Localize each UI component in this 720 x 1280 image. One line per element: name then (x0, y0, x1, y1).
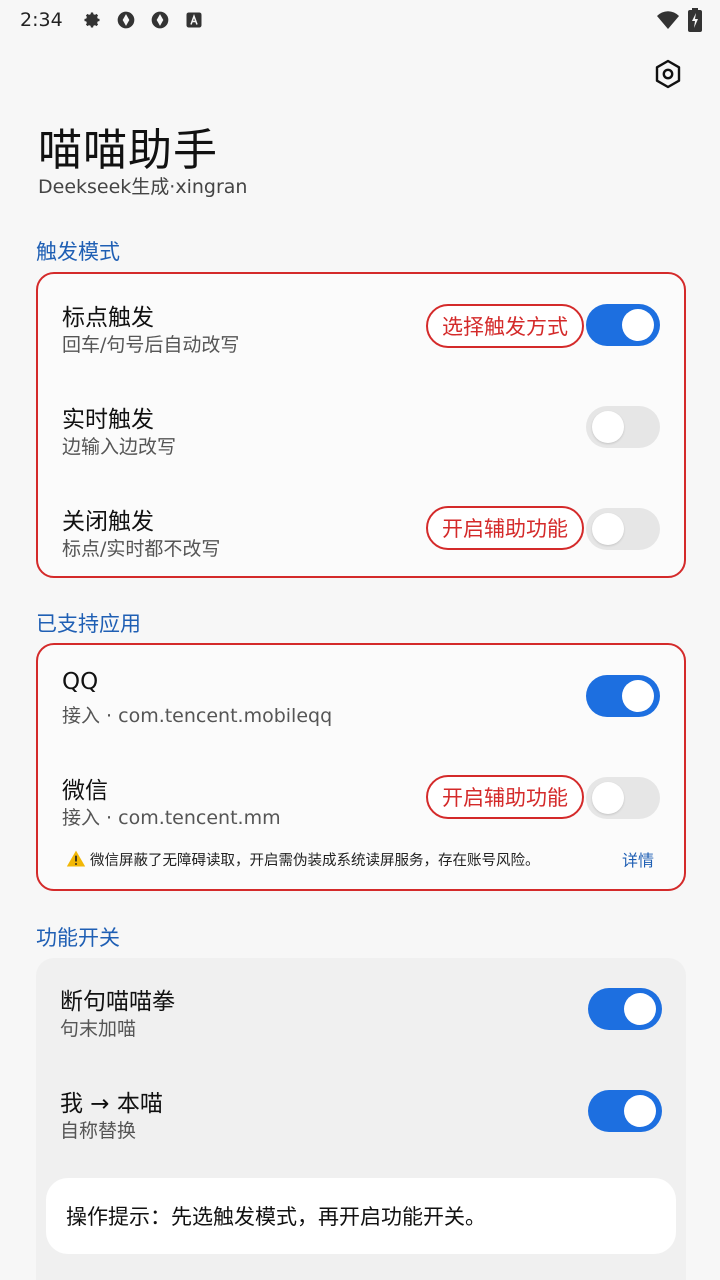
row-punctuation-trigger: 标点触发 回车/句号后自动改写 选择触发方式 (62, 298, 660, 378)
wifi-icon (656, 9, 680, 35)
toggle-knob (624, 993, 656, 1025)
row-title: 微信 (62, 778, 108, 804)
row-subtitle: 边输入边改写 (62, 436, 177, 458)
row-wechat: 微信 接入 · com.tencent.mm 开启辅助功能 (62, 771, 660, 851)
row-title: 实时触发 (62, 407, 154, 433)
trigger-mode-card: 标点触发 回车/句号后自动改写 选择触发方式 实时触发 边输入边改写 关闭触发 … (36, 272, 686, 578)
warning-row: 微信屏蔽了无障碍读取，开启需伪装成系统读屏服务，存在账号风险。 详情 (66, 847, 656, 871)
row-meow-punch: 断句喵喵拳 句末加喵 (60, 982, 662, 1062)
aperture-icon (115, 9, 137, 31)
self-replace-toggle[interactable] (588, 1090, 662, 1132)
app-title: 喵喵助手 (38, 125, 218, 176)
row-title: QQ (62, 669, 99, 695)
row-close-trigger: 关闭触发 标点/实时都不改写 开启辅助功能 (62, 502, 660, 582)
section-title-features: 功能开关 (36, 926, 120, 950)
toggle-knob (624, 1095, 656, 1127)
battery-charging-icon (688, 8, 702, 36)
row-subtitle: 回车/句号后自动改写 (62, 334, 240, 356)
status-time: 2:34 (20, 9, 63, 31)
toggle-knob (592, 411, 624, 443)
app-subtitle: Deekseek生成·xingran (38, 176, 248, 198)
wechat-toggle[interactable] (586, 777, 660, 819)
enable-accessibility-button[interactable]: 开启辅助功能 (426, 775, 584, 819)
row-qq: QQ 接入 · com.tencent.mobileqq (62, 669, 660, 749)
supported-apps-card: QQ 接入 · com.tencent.mobileqq 微信 接入 · com… (36, 643, 686, 891)
warning-icon (66, 849, 86, 869)
row-self-replace: 我 → 本喵 自称替换 (60, 1084, 662, 1164)
row-subtitle: 接入 · com.tencent.mobileqq (62, 705, 333, 727)
section-title-apps: 已支持应用 (36, 612, 141, 636)
toggle-knob (622, 680, 654, 712)
meow-punch-toggle[interactable] (588, 988, 662, 1030)
status-bar: 2:34 (0, 0, 720, 40)
row-title: 标点触发 (62, 305, 154, 331)
settings-hex-icon (652, 58, 684, 94)
toggle-knob (592, 782, 624, 814)
toggle-knob (622, 309, 654, 341)
enable-accessibility-button[interactable]: 开启辅助功能 (426, 506, 584, 550)
row-title: 断句喵喵拳 (60, 989, 175, 1015)
tip-text: 操作提示：先选触发模式，再开启功能开关。 (66, 1205, 486, 1229)
row-realtime-trigger: 实时触发 边输入边改写 (62, 400, 660, 480)
qq-toggle[interactable] (586, 675, 660, 717)
font-icon (183, 9, 205, 31)
row-subtitle: 标点/实时都不改写 (62, 538, 221, 560)
row-subtitle: 句末加喵 (60, 1018, 137, 1040)
features-card: 断句喵喵拳 句末加喵 我 → 本喵 自称替换 操作提示：先选触发模式，再开启功能… (36, 958, 686, 1280)
settings-button[interactable] (648, 56, 688, 96)
aperture-icon (149, 9, 171, 31)
warning-text: 微信屏蔽了无障碍读取，开启需伪装成系统读屏服务，存在账号风险。 (90, 852, 540, 869)
select-trigger-button[interactable]: 选择触发方式 (426, 304, 584, 348)
row-subtitle: 接入 · com.tencent.mm (62, 807, 281, 829)
status-icons-right (656, 8, 702, 36)
realtime-trigger-toggle[interactable] (586, 406, 660, 448)
section-title-trigger: 触发模式 (36, 240, 120, 264)
status-icons-left (81, 9, 205, 31)
tip-box: 操作提示：先选触发模式，再开启功能开关。 (46, 1178, 676, 1254)
gear-icon (81, 9, 103, 31)
row-title: 我 → 本喵 (60, 1091, 163, 1117)
close-trigger-toggle[interactable] (586, 508, 660, 550)
toggle-knob (592, 513, 624, 545)
row-subtitle: 自称替换 (60, 1120, 137, 1142)
row-title: 关闭触发 (62, 509, 154, 535)
details-link[interactable]: 详情 (622, 847, 654, 871)
punctuation-trigger-toggle[interactable] (586, 304, 660, 346)
